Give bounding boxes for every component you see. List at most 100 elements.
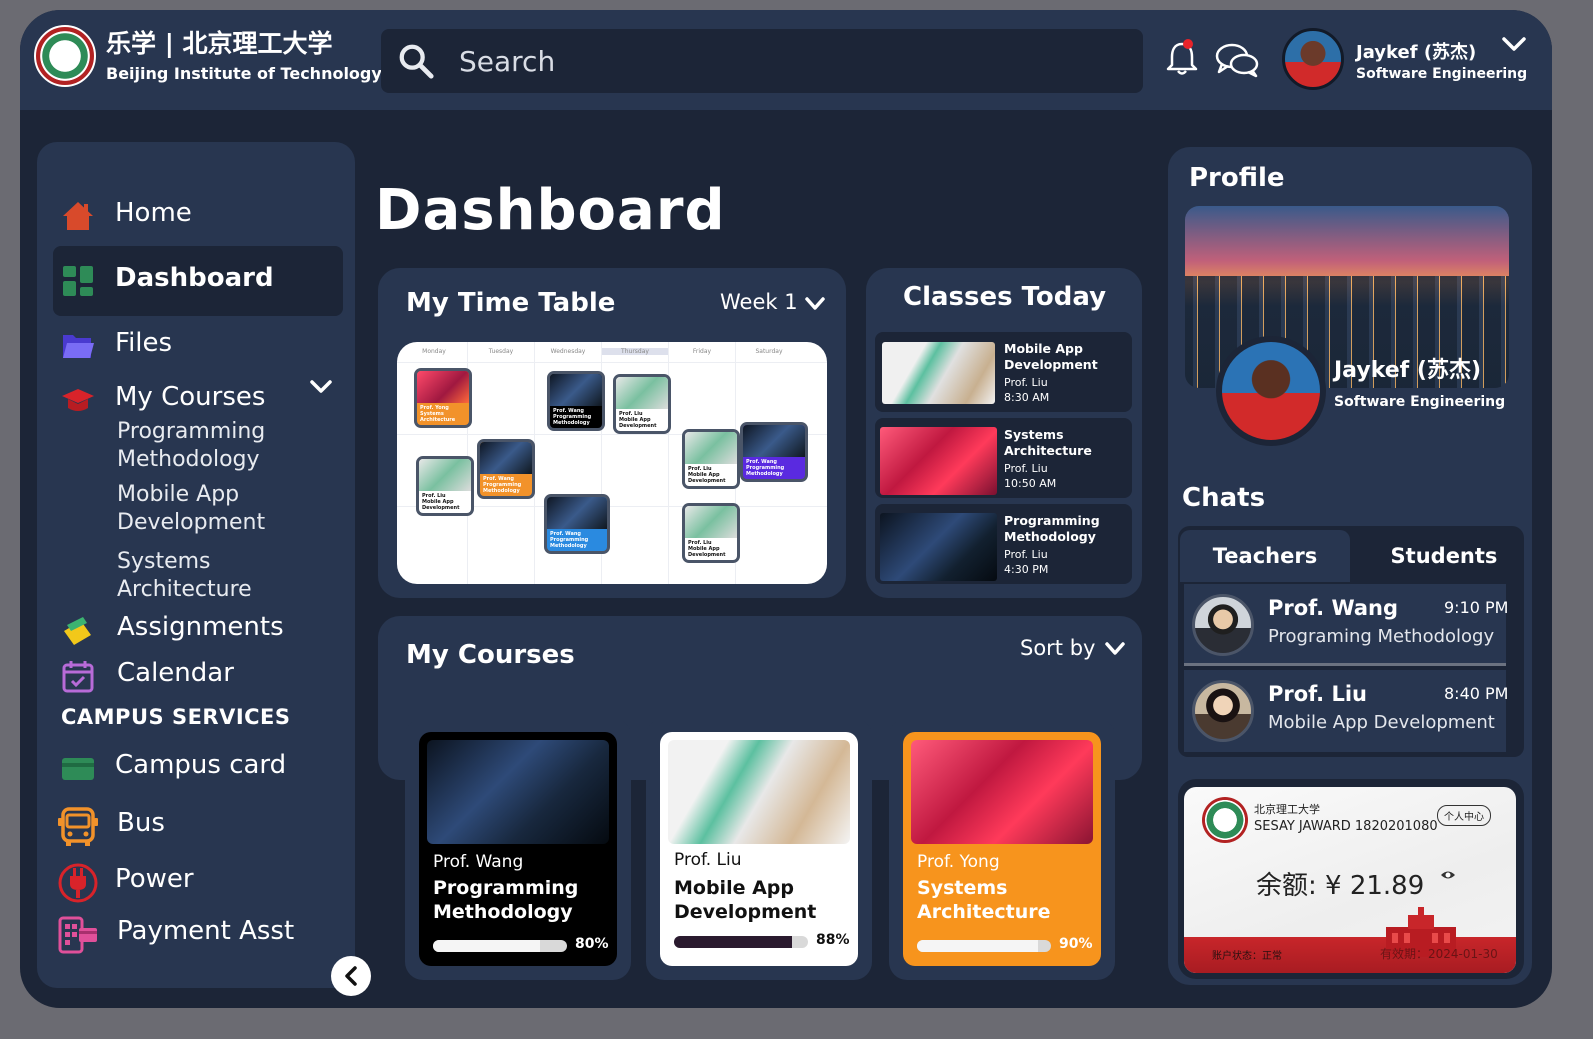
timetable-card-text: Prof. Liu Mobile App Development bbox=[688, 540, 726, 558]
course-image bbox=[911, 740, 1093, 844]
course-card-body: Prof. Yong Systems Architecture 90% bbox=[903, 732, 1101, 966]
chats-title: Chats bbox=[1182, 483, 1266, 513]
timetable-card[interactable]: Prof. Wang Programming Methodology bbox=[740, 422, 808, 482]
sidebar-course-systems[interactable]: Systems Architecture bbox=[117, 548, 317, 604]
class-time: 10:50 AM bbox=[1004, 477, 1057, 490]
timetable-card[interactable]: Prof. Wang Programming Methodology bbox=[477, 439, 535, 499]
classes-today-title: Classes Today bbox=[903, 282, 1107, 312]
sidebar-item-campus-card[interactable]: Campus card bbox=[53, 738, 343, 798]
tab-teachers[interactable]: Teachers bbox=[1180, 530, 1350, 582]
brand-subtitle: Beijing Institute of Technology bbox=[106, 64, 382, 83]
chat-item[interactable]: Prof. Liu 8:40 PM Mobile App Development bbox=[1184, 670, 1508, 752]
course-image bbox=[668, 740, 850, 844]
right-column: Profile Jaykef (苏杰) Software Engineering… bbox=[1168, 147, 1532, 985]
sidebar-item-bus[interactable]: Bus bbox=[53, 796, 343, 856]
sidebar-item-payment[interactable]: Payment Asst bbox=[53, 904, 343, 964]
profile-role: Software Engineering bbox=[1334, 394, 1506, 410]
notification-bell-icon[interactable] bbox=[1164, 38, 1200, 78]
sort-dropdown[interactable]: Sort by bbox=[1020, 636, 1125, 660]
search-input[interactable] bbox=[459, 39, 1059, 83]
sidebar-item-label: Dashboard bbox=[115, 263, 274, 293]
app-window: 乐学 | 北京理工大学 Beijing Institute of Technol… bbox=[20, 10, 1552, 1008]
course-image bbox=[427, 740, 609, 844]
class-item[interactable]: Systems Architecture Prof. Liu 10:50 AM bbox=[875, 418, 1132, 498]
class-name: Programming Methodology bbox=[1004, 513, 1100, 544]
chevron-down-icon bbox=[1105, 642, 1125, 655]
course-name: Mobile App Development bbox=[674, 877, 817, 923]
course-progress-label: 88% bbox=[816, 932, 850, 948]
chat-course: Programing Methodology bbox=[1268, 626, 1495, 647]
timetable-card-text: Prof. Wang Programming Methodology bbox=[746, 459, 785, 477]
class-time: 8:30 AM bbox=[1004, 391, 1050, 404]
course-thumbnail bbox=[616, 377, 668, 409]
sidebar-course-programming[interactable]: Programming Methodology bbox=[117, 418, 317, 474]
chevron-down-icon bbox=[805, 297, 825, 310]
messages-icon[interactable] bbox=[1214, 40, 1260, 80]
course-prof: Prof. Yong bbox=[917, 852, 1000, 872]
dashboard-icon bbox=[63, 266, 93, 296]
profile-avatar[interactable] bbox=[1216, 336, 1326, 446]
user-role: Software Engineering bbox=[1356, 66, 1528, 82]
calendar-icon bbox=[62, 661, 94, 693]
timetable-card[interactable]: Prof. Liu Mobile App Development bbox=[682, 429, 740, 489]
sidebar-item-calendar[interactable]: Calendar bbox=[53, 646, 343, 706]
power-icon bbox=[58, 863, 98, 903]
card-balance: 余额: ¥ 21.89 bbox=[1256, 871, 1425, 901]
course-name: Systems Architecture bbox=[917, 877, 1051, 923]
week-label: Week 1 bbox=[720, 290, 798, 314]
course-card[interactable]: Prof. Wang Programming Methodology 80% bbox=[405, 718, 631, 980]
chevron-down-icon[interactable] bbox=[309, 378, 333, 396]
sidebar-item-power[interactable]: Power bbox=[53, 852, 343, 912]
chat-item[interactable]: Prof. Wang 9:10 PM Programing Methodolog… bbox=[1184, 584, 1509, 666]
course-thumbnail bbox=[419, 459, 471, 491]
class-item[interactable]: Mobile App Development Prof. Liu 8:30 AM bbox=[875, 332, 1132, 412]
search-bar[interactable] bbox=[381, 29, 1143, 93]
course-progress-label: 80% bbox=[575, 936, 609, 952]
progress-fill bbox=[433, 940, 541, 952]
campus-card[interactable]: 北京理工大学 SESAY JAWARD 1820201080 个人中心 余额: … bbox=[1184, 787, 1516, 973]
timetable-card-text: Prof. Wang Programming Methodology bbox=[550, 531, 589, 549]
class-item[interactable]: Programming Methodology Prof. Liu 4:30 P… bbox=[875, 504, 1132, 584]
sidebar-item-files[interactable]: Files bbox=[53, 316, 343, 376]
tab-students[interactable]: Students bbox=[1364, 530, 1524, 582]
chat-time: 9:10 PM bbox=[1444, 598, 1509, 617]
campus-card-icon bbox=[62, 758, 94, 780]
collapse-sidebar-button[interactable] bbox=[331, 956, 371, 996]
my-courses-title: My Courses bbox=[406, 640, 575, 670]
timetable-card[interactable]: Prof. Liu Mobile App Development bbox=[682, 503, 740, 563]
course-card[interactable]: Prof. Liu Mobile App Development 88% bbox=[646, 718, 872, 980]
bus-icon bbox=[58, 807, 98, 846]
assignments-icon bbox=[64, 617, 91, 645]
class-prof: Prof. Liu bbox=[1004, 462, 1048, 475]
course-thumbnail bbox=[685, 506, 737, 538]
sidebar-item-dashboard[interactable]: Dashboard bbox=[53, 246, 343, 316]
university-logo[interactable] bbox=[34, 25, 96, 87]
card-holder: SESAY JAWARD 1820201080 bbox=[1254, 819, 1438, 834]
sidebar-item-home[interactable]: Home bbox=[53, 186, 343, 246]
timetable-panel: My Time Table Week 1 Monday Tuesday Wedn… bbox=[378, 268, 846, 598]
eye-icon[interactable] bbox=[1440, 869, 1456, 881]
chat-name: Prof. Wang bbox=[1268, 596, 1399, 620]
timetable-card[interactable]: Prof. Yong Systems Architecture bbox=[414, 368, 472, 428]
timetable-card[interactable]: Prof. Liu Mobile App Development bbox=[416, 456, 474, 516]
timetable-card-text: Prof. Liu Mobile App Development bbox=[619, 411, 657, 429]
timetable-card[interactable]: Prof. Liu Mobile App Development bbox=[613, 374, 671, 434]
course-card[interactable]: Prof. Yong Systems Architecture 90% bbox=[889, 718, 1115, 980]
chat-tabs: Teachers Students bbox=[1178, 526, 1524, 582]
personal-center-button[interactable]: 个人中心 bbox=[1437, 805, 1491, 826]
sidebar: Home Dashboard Files My Courses Programm… bbox=[37, 142, 355, 988]
sort-label: Sort by bbox=[1020, 636, 1096, 660]
week-selector[interactable]: Week 1 bbox=[720, 290, 825, 314]
timetable-card[interactable]: Prof. Wang Programming Methodology bbox=[544, 494, 610, 554]
sidebar-course-mobile[interactable]: Mobile App Development bbox=[117, 481, 317, 537]
chevron-down-icon[interactable] bbox=[1500, 34, 1528, 54]
timetable-card-text: Prof. Liu Mobile App Development bbox=[422, 493, 460, 511]
course-thumbnail bbox=[685, 432, 737, 464]
search-icon[interactable] bbox=[397, 42, 435, 80]
course-progress-bar bbox=[917, 940, 1051, 952]
timetable-card[interactable]: Prof. Wang Programming Methodology bbox=[547, 371, 605, 431]
user-avatar[interactable] bbox=[1282, 28, 1344, 90]
sidebar-item-label: Calendar bbox=[117, 658, 234, 688]
profile-title: Profile bbox=[1189, 163, 1285, 193]
course-thumbnail bbox=[480, 442, 532, 474]
